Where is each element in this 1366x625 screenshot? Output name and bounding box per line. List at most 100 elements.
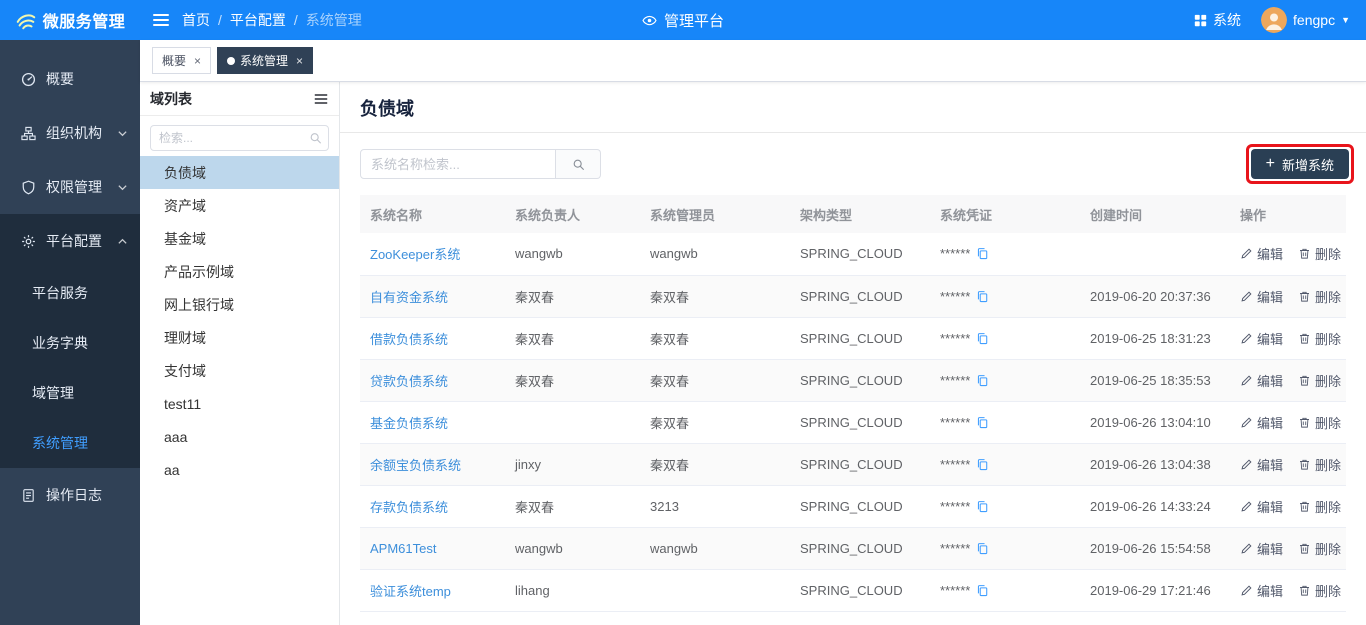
- domain-panel-title: 域列表: [150, 89, 192, 109]
- delete-button[interactable]: 删除: [1298, 287, 1341, 306]
- credential-mask: ******: [940, 541, 970, 556]
- breadcrumb-item[interactable]: 首页: [182, 10, 210, 30]
- tab[interactable]: 概要 ×: [152, 47, 211, 74]
- edit-button[interactable]: 编辑: [1240, 497, 1283, 516]
- sidebar-subitem[interactable]: 系统管理: [0, 418, 140, 468]
- delete-icon: [1298, 542, 1311, 555]
- delete-icon: [1298, 332, 1311, 345]
- domain-item[interactable]: 资产域: [140, 189, 339, 222]
- copy-icon[interactable]: [976, 416, 989, 429]
- domain-item[interactable]: 基金域: [140, 222, 339, 255]
- search-button[interactable]: [556, 149, 601, 179]
- sidebar-subitem[interactable]: 平台服务: [0, 268, 140, 318]
- sidebar-subitem[interactable]: 域管理: [0, 368, 140, 418]
- credential-cell: ******: [930, 401, 1080, 443]
- edit-button[interactable]: 编辑: [1240, 581, 1283, 600]
- close-icon[interactable]: ×: [296, 55, 303, 67]
- toolbar: + 新增系统: [340, 133, 1366, 195]
- system-name-link[interactable]: 验证系统temp: [370, 584, 451, 599]
- avatar: [1261, 7, 1287, 33]
- column-header: 系统凭证: [930, 195, 1080, 233]
- arch-type-cell: SPRING_CLOUD: [790, 443, 930, 485]
- system-search-input[interactable]: [360, 149, 556, 179]
- domain-item[interactable]: test11: [140, 387, 339, 420]
- delete-button[interactable]: 删除: [1298, 581, 1341, 600]
- system-name-link[interactable]: 借款负债系统: [370, 332, 448, 347]
- sidebar-item-label: 权限管理: [46, 177, 102, 197]
- system-owner-cell: 秦双春: [505, 317, 640, 359]
- edit-button[interactable]: 编辑: [1240, 455, 1283, 474]
- domain-item[interactable]: 支付域: [140, 354, 339, 387]
- operations-cell: 编辑删除: [1230, 401, 1346, 443]
- domain-search-input[interactable]: [150, 125, 329, 151]
- edit-button[interactable]: 编辑: [1240, 371, 1283, 390]
- delete-button[interactable]: 删除: [1298, 329, 1341, 348]
- table-row: 贷款负债系统秦双春秦双春SPRING_CLOUD******2019-06-25…: [360, 359, 1346, 401]
- edit-icon: [1240, 458, 1253, 471]
- delete-button[interactable]: 删除: [1298, 455, 1341, 474]
- search-icon: [309, 132, 322, 145]
- tab-label: 概要: [162, 52, 186, 69]
- credential-mask: ******: [940, 583, 970, 598]
- shield-icon: [20, 180, 36, 195]
- breadcrumb-item[interactable]: 平台配置: [230, 10, 286, 30]
- delete-button[interactable]: 删除: [1298, 371, 1341, 390]
- arch-type-cell: SPRING_CLOUD: [790, 401, 930, 443]
- add-system-button[interactable]: + 新增系统: [1251, 149, 1349, 179]
- system-name-link[interactable]: ZooKeeper系统: [370, 247, 460, 262]
- edit-button[interactable]: 编辑: [1240, 244, 1283, 263]
- edit-button[interactable]: 编辑: [1240, 287, 1283, 306]
- chevron-down-icon: ▼: [1341, 16, 1350, 25]
- delete-button[interactable]: 删除: [1298, 244, 1341, 263]
- copy-icon[interactable]: [976, 500, 989, 513]
- edit-button[interactable]: 编辑: [1240, 329, 1283, 348]
- domain-item[interactable]: aaa: [140, 420, 339, 453]
- copy-icon[interactable]: [976, 290, 989, 303]
- delete-button[interactable]: 删除: [1298, 413, 1341, 432]
- system-name-link[interactable]: 余额宝负债系统: [370, 458, 461, 473]
- panel-menu-icon[interactable]: [313, 91, 329, 107]
- delete-button[interactable]: 删除: [1298, 539, 1341, 558]
- delete-button[interactable]: 删除: [1298, 497, 1341, 516]
- system-name-link[interactable]: 存款负债系统: [370, 500, 448, 515]
- edit-button[interactable]: 编辑: [1240, 539, 1283, 558]
- copy-icon[interactable]: [976, 332, 989, 345]
- column-header: 创建时间: [1080, 195, 1230, 233]
- copy-icon[interactable]: [976, 247, 989, 260]
- sidebar-item[interactable]: 平台配置: [0, 214, 140, 268]
- add-system-label: 新增系统: [1282, 155, 1334, 174]
- operations-cell: 编辑删除: [1230, 443, 1346, 485]
- arch-type-cell: SPRING_CLOUD: [790, 569, 930, 611]
- domain-item[interactable]: 理财域: [140, 321, 339, 354]
- sidebar-subitem[interactable]: 业务字典: [0, 318, 140, 368]
- copy-icon[interactable]: [976, 458, 989, 471]
- domain-item[interactable]: aa: [140, 453, 339, 486]
- system-name-link[interactable]: 贷款负债系统: [370, 374, 448, 389]
- domain-item[interactable]: 负债域: [140, 156, 339, 189]
- platform-title-text: 管理平台: [664, 10, 724, 31]
- sidebar-item[interactable]: 操作日志: [0, 468, 140, 522]
- sidebar-item[interactable]: 概要: [0, 52, 140, 106]
- copy-icon[interactable]: [976, 584, 989, 597]
- system-name-link[interactable]: 自有资金系统: [370, 290, 448, 305]
- tab[interactable]: 系统管理×: [217, 47, 313, 74]
- system-menu[interactable]: 系统: [1194, 10, 1241, 30]
- sidebar-item[interactable]: 权限管理: [0, 160, 140, 214]
- close-icon[interactable]: ×: [194, 55, 201, 67]
- system-admin-cell: 秦双春: [640, 317, 790, 359]
- domain-item[interactable]: 产品示例域: [140, 255, 339, 288]
- system-name-link[interactable]: 基金负债系统: [370, 416, 448, 431]
- edit-button[interactable]: 编辑: [1240, 413, 1283, 432]
- sidebar-item[interactable]: 组织机构: [0, 106, 140, 160]
- sidebar-toggle-icon[interactable]: [140, 0, 182, 40]
- copy-icon[interactable]: [976, 374, 989, 387]
- system-name-link[interactable]: APM61Test: [370, 541, 436, 556]
- user-menu[interactable]: fengpc ▼: [1261, 7, 1350, 33]
- sidebar-group: 平台配置平台服务业务字典域管理系统管理: [0, 214, 140, 468]
- table-row: 验证系统templihangSPRING_CLOUD******2019-06-…: [360, 569, 1346, 611]
- app-logo[interactable]: 微服务管理: [0, 0, 140, 40]
- credential-cell: ******: [930, 569, 1080, 611]
- copy-icon[interactable]: [976, 542, 989, 555]
- breadcrumb-item[interactable]: 系统管理: [306, 10, 362, 30]
- domain-item[interactable]: 网上银行域: [140, 288, 339, 321]
